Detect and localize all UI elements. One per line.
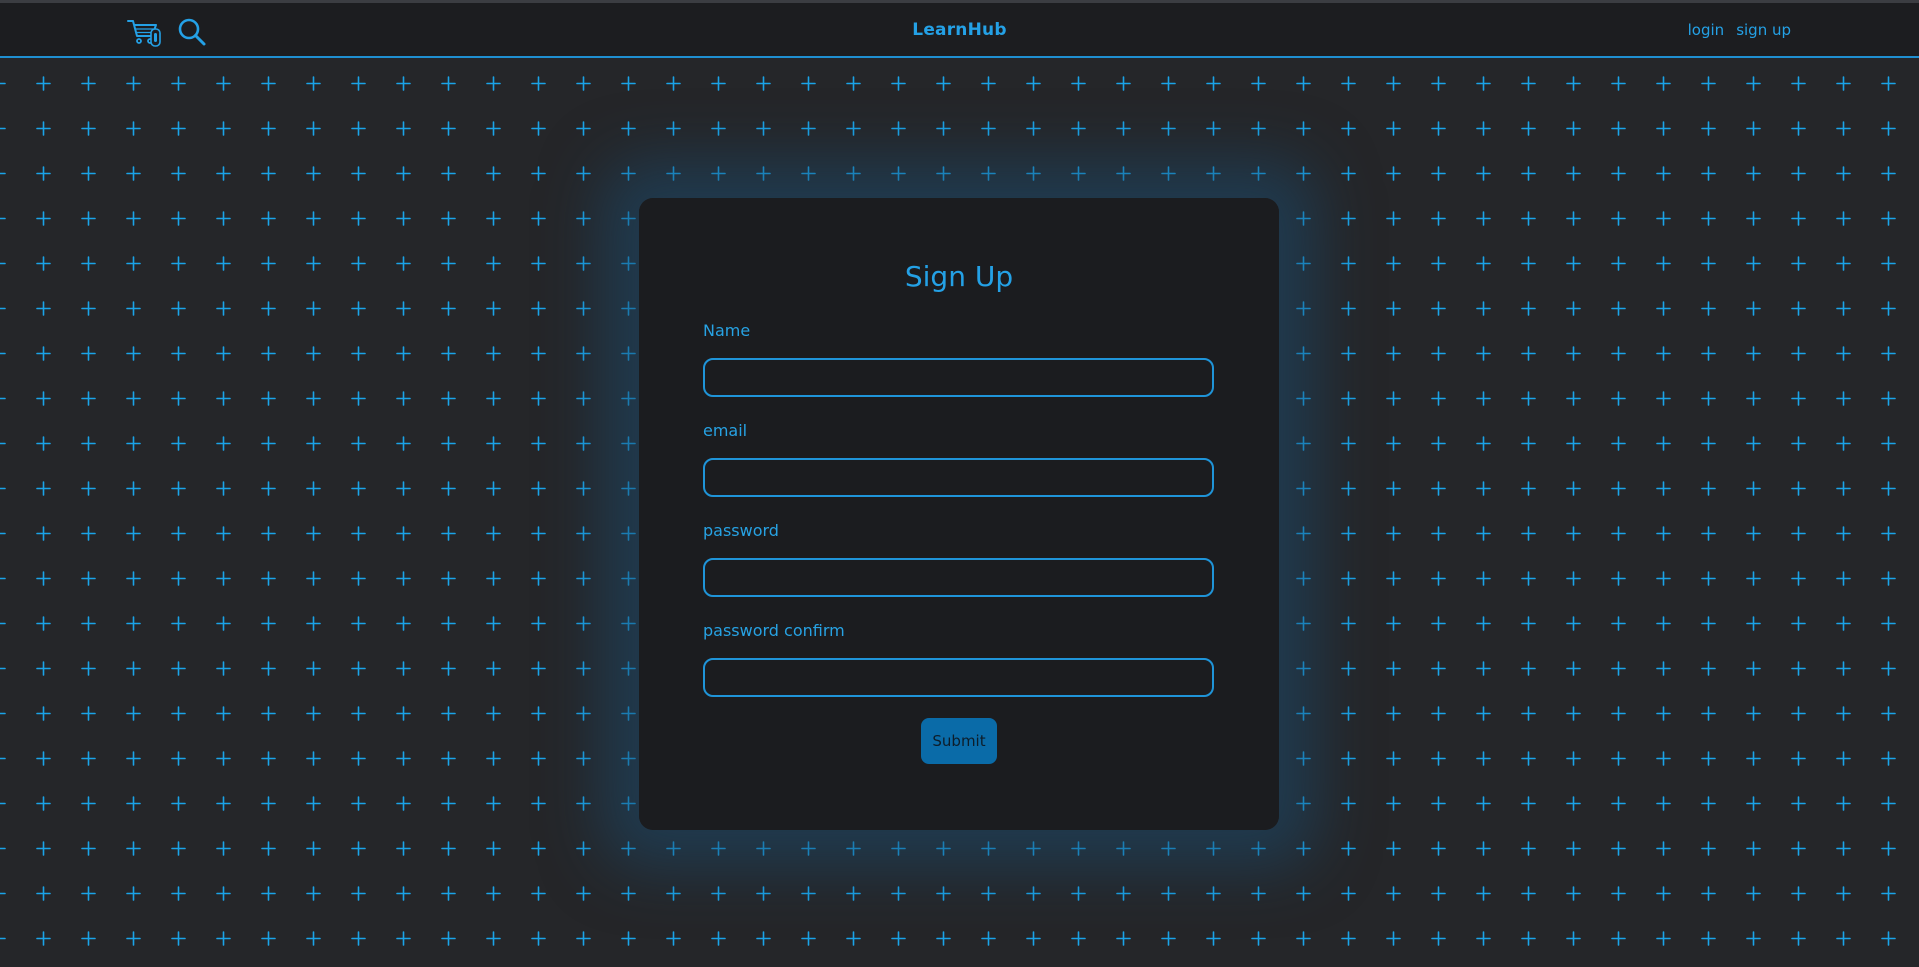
name-input[interactable] xyxy=(703,358,1214,397)
email-label: email xyxy=(703,421,748,440)
signup-link[interactable]: sign up xyxy=(1736,21,1791,39)
form-title: Sign Up xyxy=(904,260,1014,293)
password-confirm-input[interactable] xyxy=(703,658,1214,697)
password-label: password xyxy=(703,521,779,540)
nav-links: login sign up xyxy=(1688,21,1791,39)
navbar: LearnHub login sign up xyxy=(0,0,1919,58)
name-label: Name xyxy=(703,321,751,340)
password-confirm-label: password confirm xyxy=(703,621,845,640)
page: LearnHub login sign up Sign Up Name emai… xyxy=(0,0,1919,967)
submit-button[interactable]: Submit xyxy=(921,718,997,764)
email-input[interactable] xyxy=(703,458,1214,497)
password-input[interactable] xyxy=(703,558,1214,597)
brand-title[interactable]: LearnHub xyxy=(0,20,1919,40)
login-link[interactable]: login xyxy=(1688,21,1725,39)
signup-form-card: Sign Up Name email password password con… xyxy=(639,198,1279,830)
